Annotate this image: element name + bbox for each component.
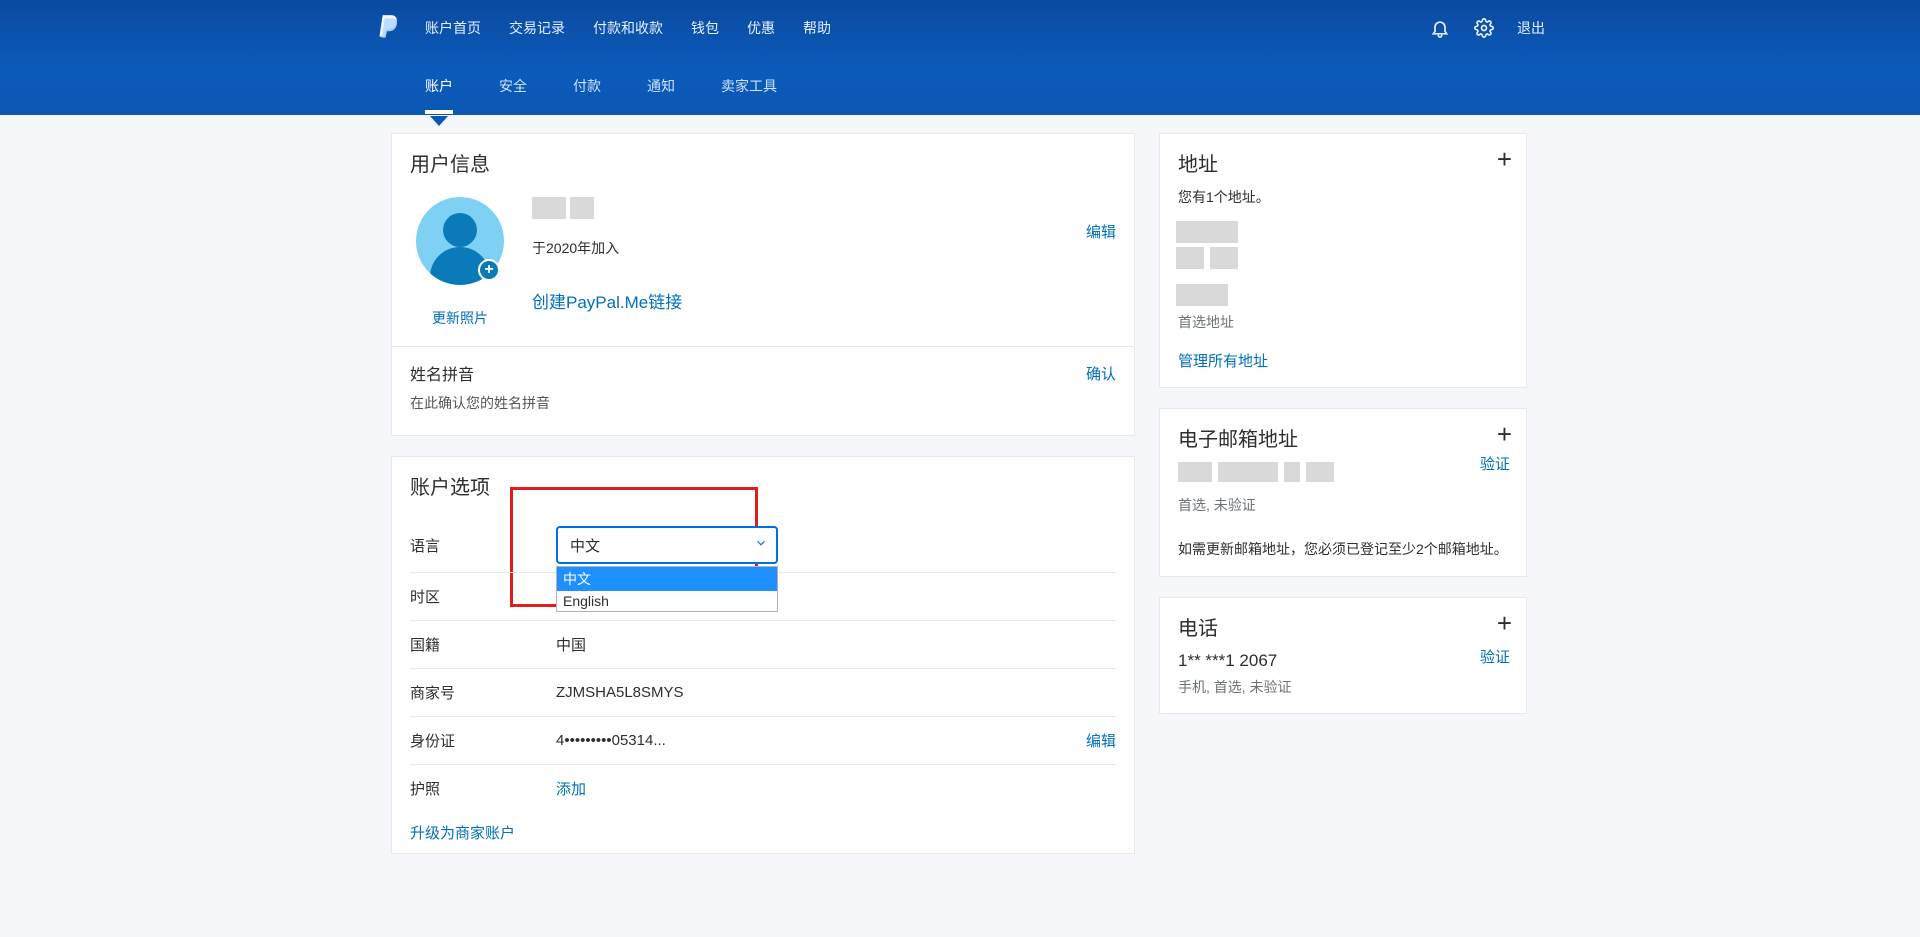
language-option-1[interactable]: English bbox=[557, 591, 777, 611]
add-email-icon[interactable]: + bbox=[1497, 419, 1512, 450]
phone-card: 电话 + 验证 1** ***1 2067 手机, 首选, 未验证 bbox=[1159, 597, 1527, 714]
language-dropdown[interactable]: 中文English bbox=[556, 566, 778, 612]
address-count: 您有1个地址。 bbox=[1178, 187, 1508, 207]
address-title: 地址 bbox=[1178, 148, 1508, 177]
language-select[interactable]: 中文 中文English bbox=[556, 526, 778, 564]
update-photo-link[interactable]: 更新照片 bbox=[410, 308, 510, 328]
verify-phone-link[interactable]: 验证 bbox=[1480, 646, 1510, 667]
idcard-value: 4•••••••••05314... bbox=[556, 732, 1086, 749]
phone-number: 1** ***1 2067 bbox=[1178, 651, 1508, 671]
settings-subnav: 账户 安全 付款 通知 卖家工具 bbox=[425, 76, 777, 110]
add-passport-link[interactable]: 添加 bbox=[556, 781, 586, 798]
verify-email-link[interactable]: 验证 bbox=[1480, 453, 1510, 474]
user-info-card: 用户信息 + 更新照片 于2020年加入 创建Pay bbox=[391, 133, 1135, 436]
phone-title: 电话 bbox=[1178, 612, 1508, 641]
edit-idcard-link[interactable]: 编辑 bbox=[1086, 730, 1116, 751]
email-note: 如需更新邮箱地址，您必须已登记至少2个邮箱地址。 bbox=[1178, 539, 1508, 560]
phone-status: 手机, 首选, 未验证 bbox=[1178, 677, 1508, 697]
avatar-add-icon[interactable]: + bbox=[478, 259, 500, 281]
nav-item-4[interactable]: 优惠 bbox=[747, 18, 775, 38]
merchant-id-value: ZJMSHA5L8SMYS bbox=[556, 684, 1116, 701]
user-info-title: 用户信息 bbox=[410, 148, 1116, 177]
user-name-censored bbox=[532, 197, 1116, 224]
subnav-item-3[interactable]: 通知 bbox=[647, 76, 675, 110]
bell-icon[interactable] bbox=[1429, 17, 1451, 39]
gear-icon[interactable] bbox=[1473, 17, 1495, 39]
logout-link[interactable]: 退出 bbox=[1517, 18, 1545, 38]
nationality-value: 中国 bbox=[556, 634, 1116, 655]
nav-item-0[interactable]: 账户首页 bbox=[425, 18, 481, 38]
email-card: 电子邮箱地址 + 验证 首选, 未验证 如需更新邮箱地址，您必须已登记至少2个邮… bbox=[1159, 408, 1527, 577]
merchant-id-label: 商家号 bbox=[410, 682, 556, 703]
nationality-label: 国籍 bbox=[410, 634, 556, 655]
add-address-icon[interactable]: + bbox=[1497, 144, 1512, 175]
nav-item-3[interactable]: 钱包 bbox=[691, 18, 719, 38]
page-content: 用户信息 + 更新照片 于2020年加入 创建Pay bbox=[375, 133, 1545, 874]
account-options-title: 账户选项 bbox=[410, 471, 1116, 500]
nav-item-2[interactable]: 付款和收款 bbox=[593, 18, 663, 38]
account-options-card: 账户选项 语言 中文 中文English bbox=[391, 456, 1135, 854]
confirm-pinyin-link[interactable]: 确认 bbox=[1086, 363, 1116, 384]
main-nav: 账户首页 交易记录 付款和收款 钱包 优惠 帮助 bbox=[425, 18, 831, 38]
pinyin-desc: 在此确认您的姓名拼音 bbox=[410, 393, 1116, 413]
paypal-logo-icon[interactable] bbox=[375, 13, 401, 43]
chevron-down-icon bbox=[754, 536, 768, 554]
idcard-label: 身份证 bbox=[410, 730, 556, 751]
nav-item-5[interactable]: 帮助 bbox=[803, 18, 831, 38]
upgrade-merchant-link[interactable]: 升级为商家账户 bbox=[410, 822, 515, 843]
subnav-item-0[interactable]: 账户 bbox=[425, 76, 453, 110]
subnav-item-4[interactable]: 卖家工具 bbox=[721, 76, 777, 110]
nav-item-1[interactable]: 交易记录 bbox=[509, 18, 565, 38]
email-value-censored bbox=[1178, 462, 1508, 487]
address-card: 地址 + 您有1个地址。 首选地址 管理所有地址 bbox=[1159, 133, 1527, 388]
create-paypalme-link[interactable]: 创建PayPal.Me链接 bbox=[532, 288, 1116, 313]
language-option-0[interactable]: 中文 bbox=[557, 567, 777, 591]
preferred-address-label: 首选地址 bbox=[1178, 312, 1508, 332]
subnav-item-1[interactable]: 安全 bbox=[499, 76, 527, 110]
email-status: 首选, 未验证 bbox=[1178, 495, 1508, 515]
language-selected: 中文 bbox=[570, 535, 600, 556]
add-phone-icon[interactable]: + bbox=[1497, 608, 1512, 639]
email-title: 电子邮箱地址 bbox=[1178, 423, 1508, 452]
pinyin-title: 姓名拼音 bbox=[410, 361, 1116, 385]
timezone-label: 时区 bbox=[410, 586, 556, 607]
language-label: 语言 bbox=[410, 535, 556, 556]
edit-user-link[interactable]: 编辑 bbox=[1086, 221, 1116, 242]
subnav-item-2[interactable]: 付款 bbox=[573, 76, 601, 110]
address-preview-censored bbox=[1176, 221, 1508, 306]
manage-addresses-link[interactable]: 管理所有地址 bbox=[1178, 350, 1268, 371]
joined-year: 于2020年加入 bbox=[532, 238, 1116, 258]
passport-label: 护照 bbox=[410, 778, 556, 799]
app-header: 账户首页 交易记录 付款和收款 钱包 优惠 帮助 退出 账户 安全 付款 通知 卖家工具 bbox=[0, 0, 1920, 115]
